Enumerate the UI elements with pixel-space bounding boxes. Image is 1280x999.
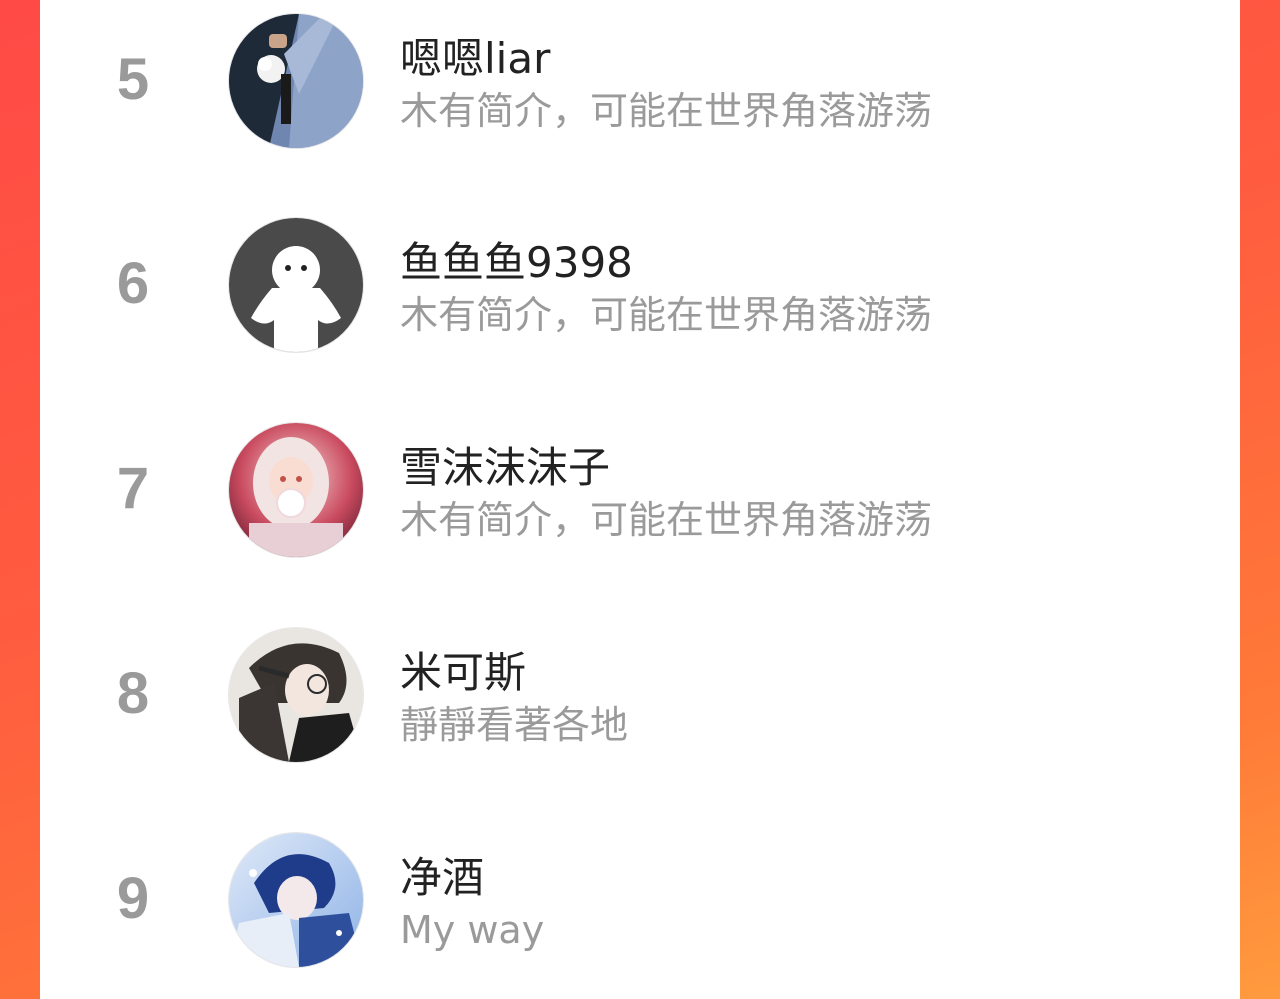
user-name[interactable]: 净酒 <box>400 853 484 903</box>
list-item[interactable]: 8 米可斯 靜靜看著各地 <box>40 620 1240 762</box>
rank-number: 5 <box>116 47 150 112</box>
rank-number: 7 <box>116 456 150 521</box>
user-bio: 靜靜看著各地 <box>400 703 629 747</box>
user-name[interactable]: 雪沫沫沫子 <box>400 443 610 493</box>
user-name[interactable]: 鱼鱼鱼9398 <box>400 238 633 288</box>
rank-number: 8 <box>116 661 150 726</box>
rank-number: 9 <box>116 866 150 931</box>
user-bio: My way <box>400 908 545 952</box>
list-item[interactable]: 9 净酒 My way <box>40 825 1240 967</box>
user-bio: 木有简介，可能在世界角落游荡 <box>400 293 933 337</box>
list-item[interactable]: 5 嗯嗯liar 木有简介，可能在世界角落游荡 <box>40 6 1240 148</box>
default-avatar-icon[interactable] <box>229 218 363 352</box>
user-bio: 木有简介，可能在世界角落游荡 <box>400 498 933 542</box>
user-bio: 木有简介，可能在世界角落游荡 <box>400 89 933 133</box>
list-item[interactable]: 6 鱼鱼鱼9398 木有简介，可能在世界角落游荡 <box>40 210 1240 352</box>
anime-boy-blue-avatar-icon[interactable] <box>229 833 363 967</box>
avatar-photo-suit-flower-icon[interactable] <box>229 14 363 148</box>
anime-boy-glasses-avatar-icon[interactable] <box>229 628 363 762</box>
ranking-list-card: 5 嗯嗯liar 木有简介，可能在世界角落游荡 6 鱼鱼鱼9398 木有简介，可… <box>40 0 1240 999</box>
user-name[interactable]: 米可斯 <box>400 648 526 698</box>
list-item[interactable]: 7 雪沫沫沫子 木有简介，可能在世界角落游荡 <box>40 415 1240 557</box>
user-name[interactable]: 嗯嗯liar <box>400 34 550 84</box>
anime-girl-bubble-avatar-icon[interactable] <box>229 423 363 557</box>
rank-number: 6 <box>116 251 150 316</box>
